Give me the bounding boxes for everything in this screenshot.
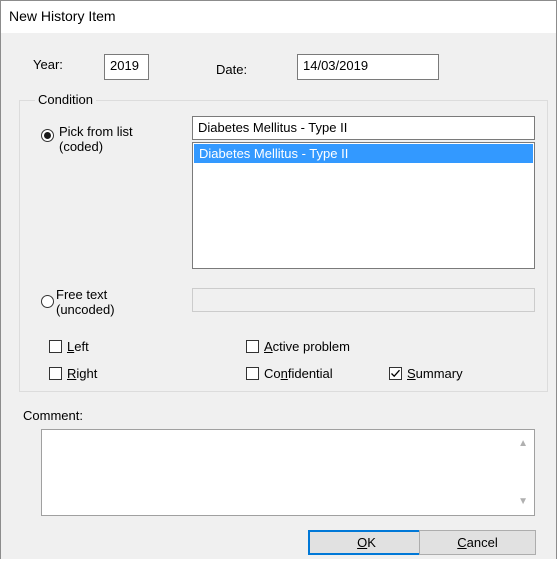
cancel-accel: C [457,535,467,550]
free-text-label-line1: Free text [56,287,108,302]
right-rest: ight [76,366,98,381]
window-title: New History Item [9,8,116,24]
date-label: Date: [216,62,248,77]
pick-from-list-radio[interactable] [41,129,54,142]
confidential-rest: fidential [287,366,333,381]
summary-accel: S [407,366,416,381]
active-problem-label[interactable]: Active problem [264,339,350,354]
condition-search-value: Diabetes Mellitus - Type II [198,120,348,135]
active-problem-rest: ctive problem [272,339,350,354]
active-problem-checkbox[interactable] [246,340,259,353]
pick-from-list-label-line2: (coded) [59,139,104,154]
comment-label: Comment: [23,408,83,423]
cancel-button[interactable]: Cancel [419,530,536,555]
condition-search-input[interactable]: Diabetes Mellitus - Type II [192,116,535,140]
free-text-input[interactable] [192,288,535,312]
condition-group-label: Condition [35,92,96,107]
right-checkbox-label[interactable]: Right [67,366,97,381]
scroll-up-icon[interactable]: ▲ [518,438,528,449]
summary-label[interactable]: Summary [407,366,463,381]
list-item[interactable]: Diabetes Mellitus - Type II [194,144,533,163]
new-history-item-dialog: New History Item Year: 2019 Date: 14/03/… [0,0,557,559]
left-checkbox-label[interactable]: Left [67,339,89,354]
summary-checkbox[interactable] [389,367,402,380]
left-rest: eft [74,339,89,354]
pick-from-list-label[interactable]: Pick from list (coded) [59,124,133,154]
pick-from-list-label-line1: Pick from list [59,124,133,139]
list-item-label: Diabetes Mellitus - Type II [199,146,349,161]
free-text-label[interactable]: Free text (uncoded) [56,287,115,317]
free-text-radio[interactable] [41,295,54,308]
cancel-rest: ancel [466,535,498,550]
year-label: Year: [33,57,63,72]
summary-rest: ummary [415,366,463,381]
confidential-pre: Co [264,366,281,381]
ok-rest: K [367,535,376,550]
confidential-label[interactable]: Confidential [264,366,333,381]
date-input[interactable]: 14/03/2019 [297,54,439,80]
year-input[interactable]: 2019 [104,54,149,80]
ok-accel: O [357,535,368,550]
condition-list[interactable]: Diabetes Mellitus - Type II [192,142,535,269]
title-bar: New History Item [1,1,556,33]
ok-button[interactable]: OK [308,530,425,555]
confidential-checkbox[interactable] [246,367,259,380]
checkmark-icon [391,369,400,378]
date-value: 14/03/2019 [303,58,369,73]
active-problem-accel: A [264,339,273,354]
confidential-accel: n [280,366,288,381]
free-text-label-line2: (uncoded) [56,302,115,317]
scroll-down-icon[interactable]: ▼ [518,496,528,507]
right-checkbox[interactable] [49,367,62,380]
comment-textarea[interactable]: ▲ ▼ [41,429,535,516]
year-value: 2019 [110,58,139,73]
right-accel: R [67,366,77,381]
left-checkbox[interactable] [49,340,62,353]
